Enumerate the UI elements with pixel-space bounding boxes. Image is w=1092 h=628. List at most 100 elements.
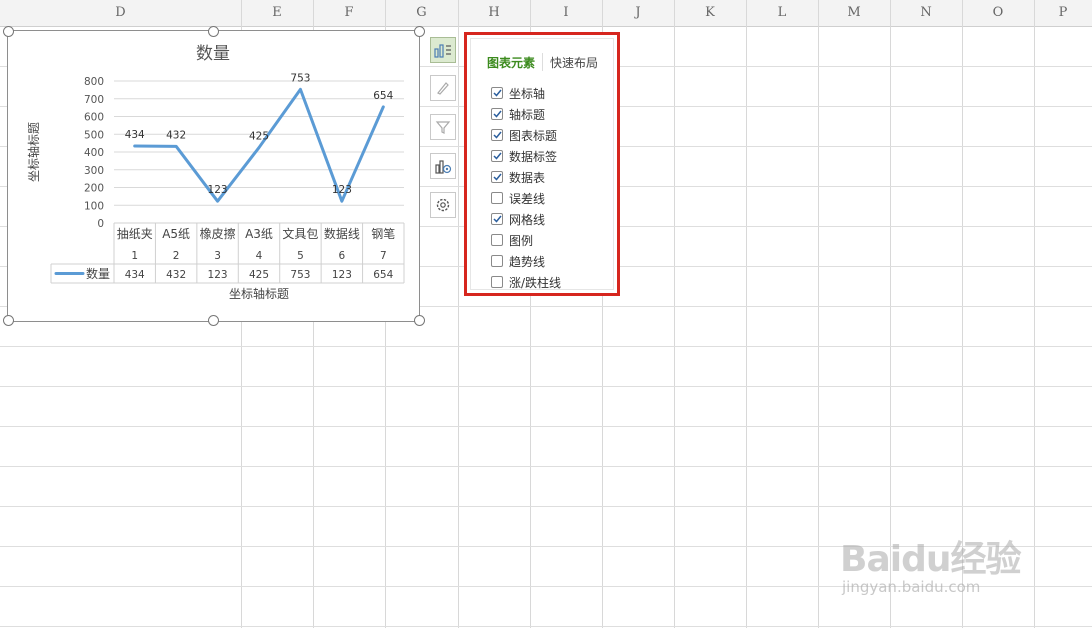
table-value: 432 — [166, 269, 186, 281]
column-header-j[interactable]: J — [602, 5, 674, 21]
column-header-m[interactable]: M — [818, 5, 890, 21]
category-label: A5纸 — [162, 227, 190, 241]
checkbox-unchecked[interactable] — [491, 234, 503, 246]
chart-settings-button[interactable] — [430, 192, 456, 218]
option-label: 网格线 — [509, 212, 546, 227]
resize-handle-bottom-left[interactable] — [3, 315, 14, 326]
category-label: 钢笔 — [371, 226, 395, 241]
resize-handle-top[interactable] — [208, 26, 219, 37]
grid-row-line — [0, 506, 1092, 507]
resize-handle-bottom[interactable] — [208, 315, 219, 326]
tab-quick-layout[interactable]: 快速布局 — [550, 54, 598, 71]
check-icon — [492, 110, 502, 118]
table-value: 425 — [249, 269, 269, 281]
option-row[interactable]: 图表标题 — [491, 127, 557, 143]
column-header-h[interactable]: H — [458, 5, 530, 21]
data-label: 654 — [373, 90, 393, 102]
checkbox-unchecked[interactable] — [491, 255, 503, 267]
column-header-l[interactable]: L — [746, 5, 818, 21]
chart-data-button[interactable] — [430, 153, 456, 179]
option-row[interactable]: 趋势线 — [491, 253, 545, 269]
chart-elements-button[interactable] — [430, 37, 456, 63]
data-label: 123 — [208, 184, 228, 196]
y-axis-title: 坐标轴标题 — [26, 122, 41, 182]
category-number: 5 — [297, 250, 304, 262]
option-label: 数据表 — [509, 170, 546, 185]
table-value: 434 — [125, 269, 145, 281]
category-label: 文具包 — [282, 226, 318, 241]
grid-column-line — [818, 0, 819, 628]
chart-elements-icon — [434, 44, 451, 58]
resize-handle-top-right[interactable] — [414, 26, 425, 37]
check-icon — [492, 173, 502, 181]
column-header-d[interactable]: D — [0, 5, 241, 21]
column-header-f[interactable]: F — [313, 5, 385, 21]
table-value: 123 — [332, 269, 352, 281]
grid-row-line — [0, 386, 1092, 387]
check-icon — [492, 215, 502, 223]
grid-column-line — [458, 0, 459, 628]
category-number: 2 — [173, 250, 180, 262]
category-number: 3 — [214, 250, 221, 262]
y-tick-label: 200 — [84, 183, 104, 195]
gear-icon — [436, 198, 450, 212]
option-row[interactable]: 数据表 — [491, 169, 545, 185]
option-row[interactable]: 数据标签 — [491, 148, 557, 164]
category-number: 4 — [256, 250, 263, 262]
chart-style-button[interactable] — [430, 75, 456, 101]
column-header-p[interactable]: P — [1034, 5, 1092, 21]
category-label: 抽纸夹 — [117, 227, 153, 241]
grid-row-line — [0, 626, 1092, 627]
checkbox-checked[interactable] — [491, 150, 503, 162]
option-label: 图例 — [509, 233, 534, 248]
column-header-i[interactable]: I — [530, 5, 602, 21]
y-tick-label: 700 — [84, 94, 104, 106]
baidu-watermark: Baidu经验 jingyan.baidu.com — [840, 530, 1040, 600]
column-header-g[interactable]: G — [385, 5, 458, 21]
column-header-o[interactable]: O — [962, 5, 1034, 21]
column-header-n[interactable]: N — [890, 5, 962, 21]
checkbox-checked[interactable] — [491, 87, 503, 99]
resize-handle-bottom-right[interactable] — [414, 315, 425, 326]
tab-separator — [542, 53, 543, 71]
line-chart[interactable]: 数量 0 100 200 300 400 500 600 700 800 坐标轴标题 434 432 12… — [7, 30, 420, 322]
option-label: 涨/跌柱线 — [509, 275, 562, 290]
option-row[interactable]: 图例 — [491, 232, 533, 248]
table-value: 654 — [373, 269, 393, 281]
watermark-url: jingyan.baidu.com — [842, 578, 981, 596]
checkbox-checked[interactable] — [491, 213, 503, 225]
y-tick-label: 0 — [97, 218, 104, 230]
column-header-k[interactable]: K — [674, 5, 746, 21]
watermark-brand: Baidu经验 — [840, 539, 1021, 580]
option-label: 轴标题 — [509, 107, 546, 122]
column-header-e[interactable]: E — [241, 5, 313, 21]
chart-filter-button[interactable] — [430, 114, 456, 140]
resize-handle-top-left[interactable] — [3, 26, 14, 37]
option-row[interactable]: 轴标题 — [491, 106, 545, 122]
checkbox-unchecked[interactable] — [491, 276, 503, 288]
option-row[interactable]: 涨/跌柱线 — [491, 274, 561, 290]
grid-row-line — [0, 466, 1092, 467]
checkbox-checked[interactable] — [491, 108, 503, 120]
option-label: 坐标轴 — [509, 86, 546, 101]
check-icon — [492, 131, 502, 139]
option-row[interactable]: 网格线 — [491, 211, 545, 227]
tab-chart-elements[interactable]: 图表元素 — [487, 54, 535, 71]
option-row[interactable]: 坐标轴 — [491, 85, 545, 101]
checkbox-unchecked[interactable] — [491, 192, 503, 204]
option-label: 数据标签 — [509, 149, 558, 164]
checkbox-checked[interactable] — [491, 171, 503, 183]
y-tick-label: 500 — [84, 129, 104, 141]
category-number: 6 — [339, 250, 346, 262]
data-label: 753 — [290, 72, 310, 84]
chart-elements-panel: 图表元素 快速布局 坐标轴轴标题图表标题数据标签数据表误差线网格线图例趋势线涨/… — [470, 38, 614, 290]
y-tick-label: 600 — [84, 112, 104, 124]
y-tick-label: 300 — [84, 165, 104, 177]
check-icon — [492, 152, 502, 160]
chart-elements-panel-highlight: 图表元素 快速布局 坐标轴轴标题图表标题数据标签数据表误差线网格线图例趋势线涨/… — [464, 32, 620, 296]
option-row[interactable]: 误差线 — [491, 190, 545, 206]
category-label: A3纸 — [245, 227, 273, 241]
data-label: 434 — [125, 129, 145, 141]
checkbox-checked[interactable] — [491, 129, 503, 141]
y-tick-label: 800 — [84, 76, 104, 88]
